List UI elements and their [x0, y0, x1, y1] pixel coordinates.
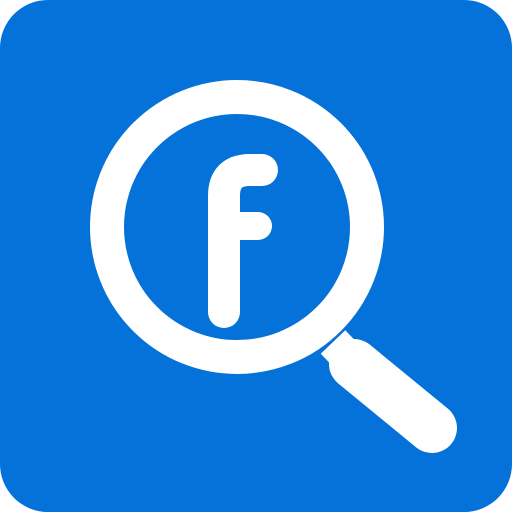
app-icon[interactable] — [0, 0, 512, 512]
magnifier-handle-joint — [320, 330, 369, 378]
magnifier-f-icon — [0, 0, 512, 512]
